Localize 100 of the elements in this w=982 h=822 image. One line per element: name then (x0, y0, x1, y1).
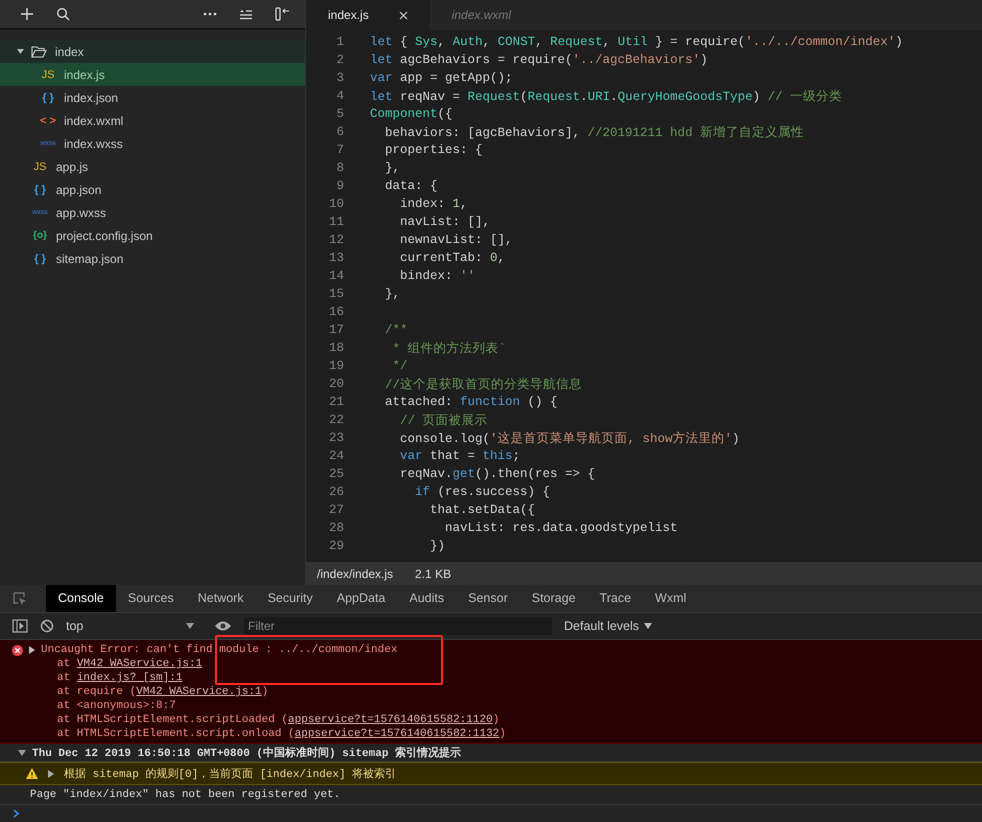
file-type-icon: JS (40, 68, 56, 80)
devtools-tab[interactable]: Sources (116, 585, 186, 612)
line-number: 12 (328, 233, 344, 247)
code-line: bindex: '' (399, 269, 476, 283)
line-number: 5 (335, 107, 344, 121)
file-row[interactable]: < > index.wxml (0, 109, 305, 132)
file-type-icon: JS (32, 160, 48, 172)
source-link[interactable]: appservice?t=1576140615582:1132 (294, 728, 500, 740)
code-line: reqNav.get().then(res => { (399, 467, 596, 481)
prompt-icon[interactable] (13, 808, 20, 818)
context-select[interactable]: top (66, 619, 202, 633)
code-line: console.log('这是首页菜单导航页面, show方法里的') (399, 430, 740, 446)
stack-frame: at require (VM42 WAService.js:1) (12, 685, 982, 699)
stack-frame: at index.js? [sm]:1 (12, 671, 982, 685)
devtools-tab[interactable]: Network (186, 585, 256, 612)
code-line: // 页面被展示 (399, 412, 488, 428)
error-text: Uncaught Error: can't find module : ../../common/index (41, 643, 398, 657)
line-number: 25 (328, 467, 344, 481)
line-number: 28 (328, 521, 344, 535)
file-type-icon: < > (40, 114, 56, 126)
line-number: 2 (335, 53, 344, 67)
line-number: 22 (328, 413, 344, 427)
levels-dropdown[interactable]: Default levels (564, 619, 652, 633)
line-number: 15 (328, 287, 344, 301)
devtools-tab[interactable]: Audits (397, 585, 456, 612)
code-line: newnavList: [], (399, 233, 513, 247)
devtools-tab[interactable]: Sensor (456, 585, 520, 612)
line-number: 14 (328, 269, 344, 283)
more-icon[interactable] (203, 12, 217, 16)
outline-icon[interactable] (239, 8, 253, 20)
line-number: 8 (335, 161, 344, 175)
collapse-panel-icon[interactable] (275, 7, 291, 21)
caret-icon[interactable] (18, 748, 26, 756)
inspect-icon[interactable] (12, 590, 28, 606)
code-line: */ (392, 359, 408, 373)
file-row[interactable]: JS index.js (0, 63, 305, 86)
filter-field[interactable]: Filter (244, 617, 552, 635)
file-row[interactable]: {o} project.config.json (0, 224, 305, 247)
line-number: 7 (335, 143, 344, 157)
code-line: currentTab: 0, (399, 251, 506, 265)
devtools-tab[interactable]: Security (256, 585, 325, 612)
code-line: }, (384, 287, 400, 301)
devtools-tab[interactable]: Trace (588, 585, 644, 612)
devtools-tab[interactable]: Console (46, 585, 116, 612)
code-line: }) (429, 539, 446, 553)
file-row[interactable]: JS app.js (0, 155, 305, 178)
line-number: 27 (328, 503, 344, 517)
caret-icon[interactable] (16, 47, 25, 56)
add-icon[interactable] (20, 7, 34, 21)
code-line: that.setData({ (429, 503, 536, 517)
error-icon (12, 644, 23, 656)
close-icon[interactable] (398, 10, 408, 20)
code-line: if (res.success) { (414, 485, 550, 499)
code-line: navList: res.data.goodstypelist (444, 521, 678, 535)
expand-triangle-icon[interactable] (48, 770, 54, 778)
file-row[interactable]: { } sitemap.json (0, 247, 305, 270)
caret-icon (644, 623, 652, 629)
code-line: * 组件的方法列表` (392, 340, 506, 356)
stack-frame: at VM42 WAService.js:1 (12, 657, 982, 671)
editor-tab[interactable]: index.js (306, 0, 430, 30)
search-icon[interactable] (56, 7, 70, 21)
devtools-tab[interactable]: AppData (324, 585, 398, 612)
code-line: var that = this; (399, 449, 520, 463)
line-number: 10 (328, 197, 344, 211)
log-text: Page "index/index" has not been registered yet. (30, 788, 340, 800)
source-link[interactable]: VM42 WAService.js:1 (136, 686, 262, 698)
code-line: /** (384, 323, 408, 337)
code-line: let reqNav = Request(Request.URI.QueryHomeGoodsType) // 一级分类 (370, 88, 842, 104)
warning-text: 根据 sitemap 的规则[0]，当前页面 [index/index] 将被索引 (64, 766, 396, 781)
line-number: 23 (328, 431, 344, 445)
line-number: 4 (335, 89, 344, 103)
file-row[interactable]: { } app.json (0, 178, 305, 201)
code-line: //这个是获取首页的分类导航信息 (384, 376, 582, 392)
devtools-tab[interactable]: Wxml (643, 585, 698, 612)
expand-triangle-icon[interactable] (29, 646, 35, 654)
code-line: }, (384, 161, 400, 175)
clear-icon[interactable] (40, 619, 54, 633)
source-link[interactable]: index.js? [sm]:1 (76, 672, 182, 684)
line-number: 20 (328, 377, 344, 391)
line-number: 17 (328, 323, 344, 337)
line-number: 16 (328, 305, 344, 319)
code-line: var app = getApp(); (370, 71, 513, 85)
stack-frame: at HTMLScriptElement.scriptLoaded (appservice?t=1576140615582:1120) (12, 713, 982, 727)
source-link[interactable]: appservice?t=1576140615582:1120 (288, 714, 493, 726)
line-number: 6 (335, 125, 344, 139)
code-line: Component({ (370, 107, 453, 121)
code-line: index: 1, (399, 197, 468, 211)
stack-frame: at HTMLScriptElement.script.onload (appservice?t=1576140615582:1132) (12, 727, 982, 741)
line-number: 9 (335, 179, 344, 193)
devtools-tab[interactable]: Storage (520, 585, 588, 612)
eye-icon[interactable] (214, 620, 232, 632)
file-row[interactable]: { } index.json (0, 86, 305, 109)
source-link[interactable]: VM42 WAService.js:1 (76, 658, 202, 670)
code-line: let agcBehaviors = require('../agcBehaviors') (370, 53, 708, 67)
code-line: behaviors: [agcBehaviors], //20191211 hdd 新增了自定义属性 (384, 124, 804, 140)
line-number: 19 (328, 359, 344, 373)
line-number: 29 (328, 539, 344, 553)
folder-row[interactable]: index (0, 40, 305, 63)
code-line: let { Sys, Auth, CONST, Request, Util } = require('../../common/index') (370, 35, 903, 49)
sidebar-toggle-icon[interactable] (12, 619, 28, 633)
